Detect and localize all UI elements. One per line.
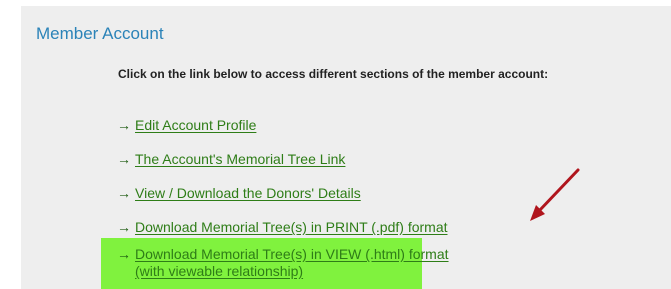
member-account-panel: Member Account Click on the link below t… <box>21 6 671 289</box>
right-arrow-icon: → <box>117 151 131 167</box>
right-arrow-icon: → <box>117 185 131 201</box>
memorial-tree-link[interactable]: The Account's Memorial Tree Link <box>135 151 345 168</box>
link-donors-details[interactable]: → View / Download the Donors' Details <box>117 185 361 202</box>
right-arrow-icon: → <box>117 117 131 133</box>
link-download-html[interactable]: → Download Memorial Tree(s) in VIEW (.ht… <box>117 246 449 280</box>
account-links: → Edit Account Profile → The Account's M… <box>21 6 671 289</box>
download-html-link-line1: Download Memorial Tree(s) in VIEW (.html… <box>135 246 449 262</box>
link-download-pdf[interactable]: → Download Memorial Tree(s) in PRINT (.p… <box>117 219 448 236</box>
link-edit-account-profile[interactable]: → Edit Account Profile <box>117 117 256 134</box>
edit-account-profile-link[interactable]: Edit Account Profile <box>135 117 256 134</box>
page: Member Account Click on the link below t… <box>0 0 671 289</box>
download-pdf-link[interactable]: Download Memorial Tree(s) in PRINT (.pdf… <box>135 219 448 236</box>
right-arrow-icon: → <box>117 219 131 235</box>
download-html-link[interactable]: Download Memorial Tree(s) in VIEW (.html… <box>135 246 449 280</box>
right-arrow-icon: → <box>117 246 131 262</box>
download-html-link-line2: (with viewable relationship) <box>135 263 304 279</box>
donors-details-link[interactable]: View / Download the Donors' Details <box>135 185 361 202</box>
link-memorial-tree[interactable]: → The Account's Memorial Tree Link <box>117 151 345 168</box>
